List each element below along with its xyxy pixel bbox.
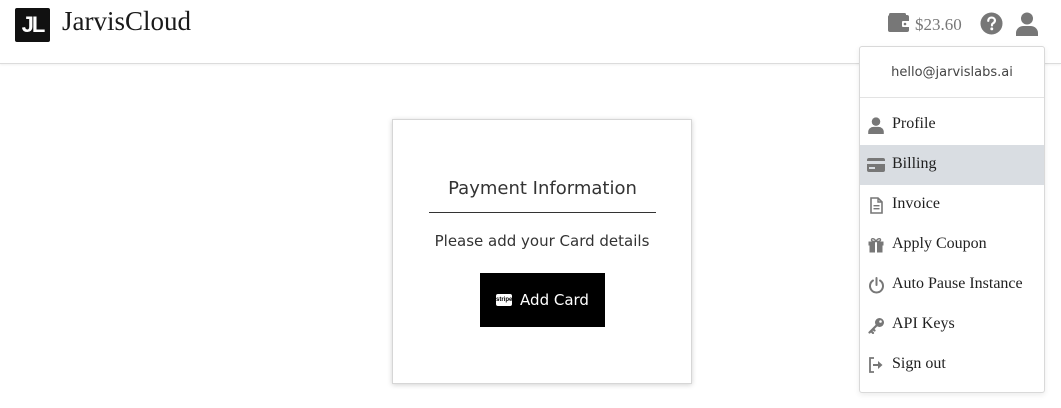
payment-card: Payment Information Please add your Card…: [392, 119, 692, 384]
user-icon: [867, 116, 885, 134]
document-icon: [867, 196, 885, 214]
logo[interactable]: JL: [15, 8, 50, 42]
stripe-icon: stripe: [496, 294, 512, 306]
power-icon: [867, 276, 885, 294]
menu-item-label: Apply Coupon: [892, 235, 987, 252]
help-circle-icon[interactable]: [980, 12, 1003, 35]
payment-subtitle: Please add your Card details: [434, 232, 650, 250]
menu-item-label: Billing: [892, 155, 937, 172]
user-dropdown-menu: hello@jarvislabs.ai Profile Billing Invo…: [859, 46, 1045, 393]
menu-item-label: Invoice: [892, 195, 940, 212]
menu-item-apply-coupon[interactable]: Apply Coupon: [860, 225, 1044, 265]
menu-item-profile[interactable]: Profile: [860, 105, 1044, 145]
credit-card-icon: [867, 156, 885, 174]
menu-item-label: Auto Pause Instance: [892, 275, 1023, 292]
menu-item-invoice[interactable]: Invoice: [860, 185, 1044, 225]
brand-name[interactable]: JarvisCloud: [62, 6, 191, 37]
add-card-label: Add Card: [520, 291, 589, 309]
menu-item-billing[interactable]: Billing: [860, 145, 1044, 185]
user-icon[interactable]: [1016, 12, 1038, 36]
menu-item-label: API Keys: [892, 315, 955, 332]
user-menu-list: Profile Billing Invoice Apply Coupon Aut: [860, 105, 1044, 385]
menu-item-sign-out[interactable]: Sign out: [860, 345, 1044, 385]
wallet-icon[interactable]: [888, 13, 910, 33]
gift-icon: [867, 236, 885, 254]
menu-item-label: Profile: [892, 115, 936, 132]
wallet-balance[interactable]: $23.60: [915, 15, 962, 35]
title-divider: [429, 212, 656, 213]
payment-title: Payment Information: [448, 178, 637, 199]
menu-item-label: Sign out: [892, 355, 946, 372]
menu-item-auto-pause[interactable]: Auto Pause Instance: [860, 265, 1044, 305]
sign-out-icon: [867, 356, 885, 374]
menu-item-api-keys[interactable]: API Keys: [860, 305, 1044, 345]
key-icon: [867, 316, 885, 334]
add-card-button[interactable]: stripe Add Card: [480, 273, 605, 327]
user-email: hello@jarvislabs.ai: [860, 47, 1044, 98]
